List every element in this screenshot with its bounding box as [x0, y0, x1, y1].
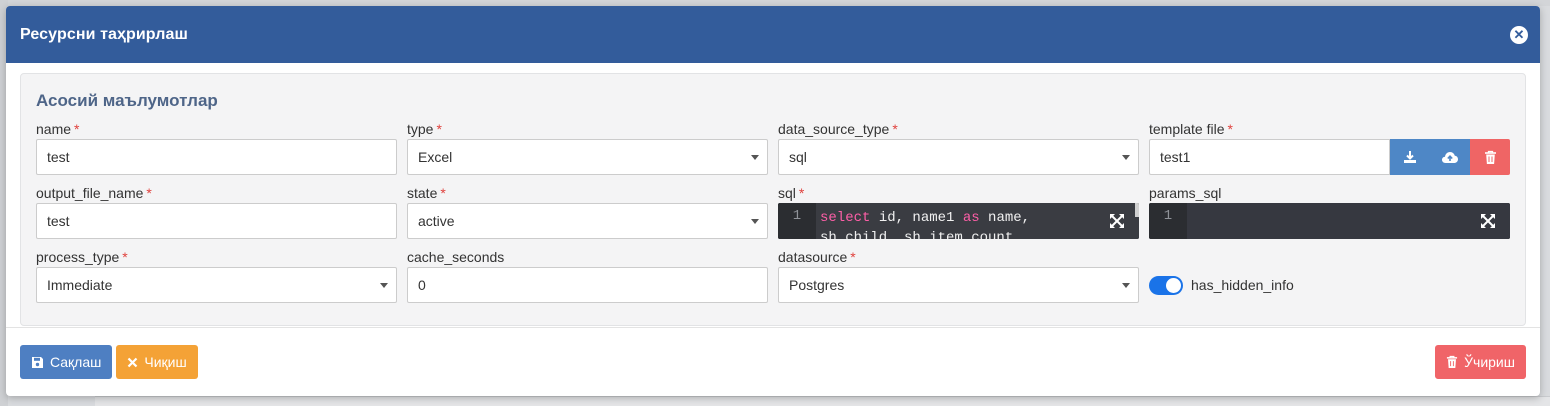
type-field: type * Excel: [407, 120, 768, 184]
line-number: 1: [778, 203, 816, 239]
modal-header: Ресурсни таҳрирлаш ✕: [6, 6, 1540, 63]
panel-title: Асосий маълумотлар: [36, 91, 218, 110]
datasource-label: datasource: [778, 249, 848, 265]
exit-button[interactable]: Чиқиш: [116, 345, 198, 379]
upload-button[interactable]: [1430, 139, 1470, 175]
datasource-field: datasource * Postgres: [778, 248, 1139, 312]
expand-icon[interactable]: [1109, 213, 1125, 229]
params-sql-code-editor[interactable]: 1: [1149, 203, 1510, 239]
required-marker: *: [74, 121, 80, 137]
template-file-input-wrap: [1149, 139, 1390, 175]
cache-seconds-field: cache_seconds: [407, 248, 768, 312]
process-type-label: process_type: [36, 249, 120, 265]
delete-label: Ўчириш: [1464, 354, 1515, 370]
type-select[interactable]: Excel: [407, 139, 768, 175]
state-select-value: active: [418, 213, 455, 229]
datasource-select[interactable]: Postgres: [778, 267, 1139, 303]
required-marker: *: [850, 249, 856, 265]
expand-icon[interactable]: [1480, 213, 1496, 229]
sql-label: sql: [778, 185, 796, 201]
cache-seconds-label: cache_seconds: [407, 249, 505, 265]
sql-field: sql * 1 select id, name1 as name, sh_chil…: [778, 184, 1139, 248]
close-icon[interactable]: ✕: [1510, 25, 1528, 44]
name-label: name: [36, 121, 72, 137]
process-type-select[interactable]: Immediate: [36, 267, 397, 303]
floppy-disk-icon: [31, 356, 44, 369]
caret-down-icon: [1122, 155, 1130, 160]
toggle-knob: [1166, 277, 1181, 293]
sql-keyword: select: [820, 210, 871, 226]
required-marker: *: [892, 121, 898, 137]
required-marker: *: [1227, 121, 1233, 137]
background-table-edge: [95, 396, 1550, 406]
delete-button[interactable]: Ўчириш: [1435, 345, 1526, 379]
template-file-label: template file: [1149, 121, 1225, 137]
state-field: state * active: [407, 184, 768, 248]
output-file-name-label: output_file_name: [36, 185, 144, 201]
modal-title: Ресурсни таҳрирлаш: [20, 25, 188, 43]
type-label: type: [407, 121, 434, 137]
data-source-type-label: data_source_type: [778, 121, 890, 137]
form-grid: name* type* Excel data_source_type* sql: [36, 120, 1510, 312]
output-file-name-field: output_file_name *: [36, 184, 397, 248]
state-label: state: [407, 185, 438, 201]
template-file-field: template file *: [1149, 120, 1510, 184]
sql-code-text[interactable]: select id, name1 as name, sh_child, sh_i…: [816, 203, 1139, 239]
output-file-name-input[interactable]: [47, 213, 386, 229]
output-file-name-input-wrap: [36, 203, 397, 239]
required-marker: *: [146, 185, 152, 201]
edit-resource-modal: Ресурсни таҳрирлаш ✕ Асосий маълумотлар …: [6, 6, 1540, 396]
sql-code-editor[interactable]: 1 select id, name1 as name, sh_child, sh…: [778, 203, 1139, 239]
data-source-type-select[interactable]: sql: [778, 139, 1139, 175]
sql-code-segment: name,: [979, 210, 1031, 226]
modal-body: Асосий маълумотлар name* type* Excel: [6, 63, 1540, 327]
params-sql-label: params_sql: [1149, 185, 1222, 201]
sql-code-segment: id, name1: [870, 210, 963, 226]
sql-keyword: as: [962, 210, 980, 226]
name-input[interactable]: [47, 149, 386, 165]
line-number: 1: [1149, 203, 1187, 239]
delete-file-button[interactable]: [1470, 139, 1510, 175]
caret-down-icon: [380, 283, 388, 288]
process-type-field: process_type * Immediate: [36, 248, 397, 312]
required-marker: *: [440, 185, 446, 201]
caret-down-icon: [751, 219, 759, 224]
data-source-type-field: data_source_type * sql: [778, 120, 1139, 184]
state-select[interactable]: active: [407, 203, 768, 239]
name-field: name *: [36, 120, 397, 184]
save-label: Сақлаш: [50, 354, 102, 370]
required-marker: *: [436, 121, 442, 137]
caret-down-icon: [1122, 283, 1130, 288]
template-file-group: [1149, 139, 1510, 175]
type-select-value: Excel: [418, 149, 453, 165]
params-sql-field: params_sql 1: [1149, 184, 1510, 248]
name-input-wrap: [36, 139, 397, 175]
cache-seconds-input[interactable]: [418, 277, 757, 293]
has-hidden-info-toggle[interactable]: [1149, 275, 1183, 295]
process-type-value: Immediate: [47, 277, 113, 293]
cache-seconds-input-wrap: [407, 267, 768, 303]
save-button[interactable]: Сақлаш: [20, 345, 113, 379]
has-hidden-info-label: has_hidden_info: [1191, 277, 1294, 293]
data-source-type-value: sql: [789, 149, 807, 165]
download-button[interactable]: [1390, 139, 1430, 175]
has-hidden-info-field: has_hidden_info: [1149, 248, 1510, 312]
sql-code-line-2: sh_child, sh_item_count: [820, 230, 1014, 239]
required-marker: *: [122, 249, 128, 265]
download-icon: [1404, 151, 1416, 163]
exit-label: Чиқиш: [144, 354, 187, 370]
editor-scrollbar[interactable]: [1135, 203, 1139, 217]
required-marker: *: [798, 185, 805, 201]
basic-info-panel: Асосий маълумотлар name* type* Excel: [20, 73, 1526, 326]
params-sql-code-text[interactable]: [1187, 203, 1510, 239]
template-file-input[interactable]: [1160, 149, 1379, 165]
trash-icon: [1446, 355, 1458, 369]
cloud-upload-icon: [1442, 152, 1458, 163]
caret-down-icon: [751, 155, 759, 160]
trash-icon: [1484, 150, 1496, 164]
datasource-value: Postgres: [789, 277, 845, 293]
modal-footer: Сақлаш Чиқиш Ўчириш: [6, 327, 1540, 396]
x-icon: [127, 357, 138, 368]
